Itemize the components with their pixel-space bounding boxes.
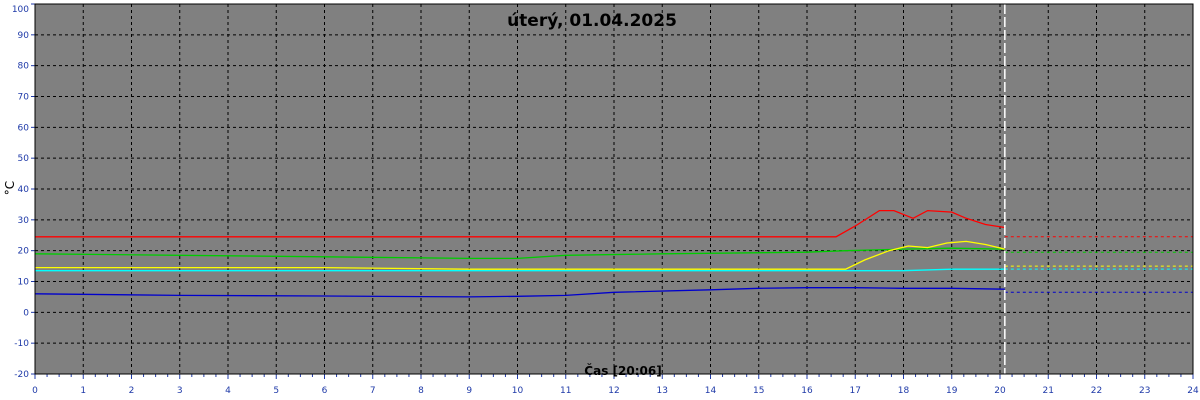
- x-tick-label: 8: [418, 386, 424, 396]
- x-tick-label: 20: [994, 386, 1006, 396]
- x-tick-label: 22: [1091, 386, 1102, 396]
- x-tick-label: 24: [1187, 386, 1199, 396]
- x-tick-label: 1: [80, 386, 86, 396]
- x-tick-label: 2: [129, 386, 135, 396]
- x-tick-label: 5: [273, 386, 279, 396]
- y-tick-label: 80: [18, 62, 30, 72]
- y-tick-label: 0: [23, 308, 29, 318]
- x-tick-label: 19: [946, 386, 958, 396]
- x-tick-label: 4: [225, 386, 231, 396]
- x-tick-label: 15: [753, 386, 764, 396]
- x-tick-label: 14: [705, 386, 717, 396]
- y-tick-label: -10: [14, 339, 29, 349]
- x-tick-label: 3: [177, 386, 183, 396]
- x-tick-label: 9: [466, 386, 472, 396]
- x-axis-label: Čas [20:06]: [584, 363, 661, 378]
- y-tick-label: 40: [18, 185, 30, 195]
- x-tick-label: 10: [512, 386, 524, 396]
- y-tick-label: 30: [18, 216, 30, 226]
- y-tick-label: 100: [12, 5, 29, 15]
- y-tick-label: 70: [18, 93, 30, 103]
- chart-title: úterý, 01.04.2025: [507, 11, 677, 31]
- x-tick-label: 16: [801, 386, 813, 396]
- y-tick-label: 90: [18, 31, 30, 41]
- x-tick-label: 0: [32, 386, 38, 396]
- x-tick-label: 11: [560, 386, 571, 396]
- y-tick-label: -20: [14, 370, 29, 380]
- x-tick-label: 6: [322, 386, 328, 396]
- y-tick-label: 10: [18, 278, 30, 288]
- x-tick-label: 18: [898, 386, 910, 396]
- temperature-chart: 0 1 2 3 4 5 6 7 8 9 10 11 12 13 14 15 16 17 18 19 20 21 22 23 24…: [0, 0, 1200, 400]
- x-tick-label: 23: [1139, 386, 1150, 396]
- y-tick-label: 50: [18, 154, 30, 164]
- chart-svg: 0 1 2 3 4 5 6 7 8 9 10 11 12 13 14 15 16 17 18 19 20 21 22 23 24…: [0, 0, 1200, 400]
- x-tick-label: 21: [1043, 386, 1054, 396]
- x-tick-label: 12: [608, 386, 619, 396]
- x-tick-label: 13: [657, 386, 668, 396]
- y-tick-label: 20: [18, 247, 30, 257]
- y-axis-label: °C: [3, 181, 17, 195]
- y-tick-label: 60: [18, 123, 30, 133]
- x-tick-label: 7: [370, 386, 376, 396]
- x-tick-label: 17: [850, 386, 861, 396]
